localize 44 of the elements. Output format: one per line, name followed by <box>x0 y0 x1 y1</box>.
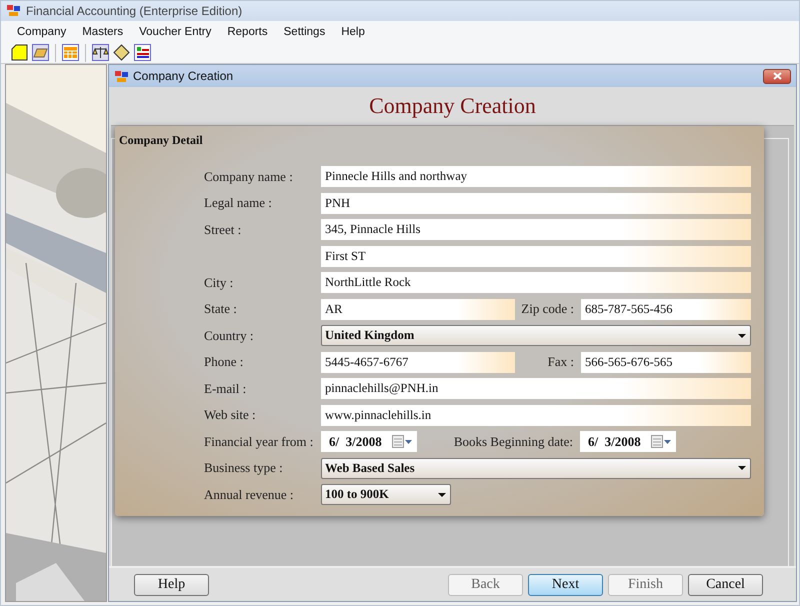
wizard-button[interactable]: Cancel <box>688 574 763 596</box>
date-picker[interactable]: 6/ 3/2008 <box>321 431 417 452</box>
wizard-button[interactable]: Help <box>134 574 209 596</box>
field-label: Books Beginning date: <box>452 434 574 450</box>
field-label: City : <box>204 274 234 291</box>
menu-item[interactable]: Help <box>333 24 373 40</box>
field-label: Country : <box>204 328 254 344</box>
input-field[interactable]: www.pinnaclehills.in <box>321 404 751 426</box>
menu-item[interactable]: Voucher Entry <box>131 24 220 40</box>
input-field[interactable]: 5445-4657-6767 <box>321 352 515 373</box>
input-field[interactable]: Pinnecle Hills and northway <box>321 166 751 188</box>
field-label: Company name : <box>204 168 294 185</box>
date-picker[interactable]: 6/ 3/2008 <box>580 431 676 452</box>
dropdown[interactable]: 100 to 900K <box>321 484 451 506</box>
input-field[interactable]: pinnaclehills@PNH.in <box>321 378 751 400</box>
field-label: Fax : <box>546 354 575 370</box>
input-field[interactable]: 685-787-565-456 <box>581 298 751 320</box>
field-label: Legal name : <box>204 195 273 212</box>
field-label: Web site : <box>204 407 257 424</box>
field-label: Financial year from : <box>204 434 314 450</box>
menu-item[interactable]: Settings <box>276 24 334 40</box>
wizard-button[interactable]: Next <box>528 574 603 596</box>
field-label: Street : <box>204 222 242 238</box>
field-label: State : <box>204 301 238 318</box>
input-field[interactable]: AR <box>321 298 515 320</box>
dropdown[interactable]: Web Based Sales <box>321 458 751 479</box>
input-field[interactable]: 566-565-676-565 <box>581 352 751 373</box>
input-field[interactable]: 345, Pinnacle Hills <box>321 219 751 240</box>
menu-item[interactable]: Company <box>9 24 74 40</box>
field-label: E-mail : <box>204 380 248 397</box>
window-title: Company Creation <box>133 69 234 84</box>
form-heading: Company Creation <box>368 92 537 120</box>
group-title: Company Detail <box>119 133 203 148</box>
menu-item[interactable]: Masters <box>74 24 132 40</box>
input-field[interactable]: First ST <box>321 246 751 267</box>
field-label: Phone : <box>204 354 244 370</box>
window-title: Financial Accounting (Enterprise Edition) <box>26 4 242 18</box>
field-label: Zip code : <box>520 301 575 318</box>
input-field[interactable]: NorthLittle Rock <box>321 272 751 294</box>
input-field[interactable]: PNH <box>321 192 751 214</box>
field-label: Business type : <box>204 460 284 476</box>
menu-item[interactable]: Reports <box>219 24 276 40</box>
field-label: Annual revenue : <box>204 486 295 503</box>
dropdown[interactable]: United Kingdom <box>321 325 751 346</box>
